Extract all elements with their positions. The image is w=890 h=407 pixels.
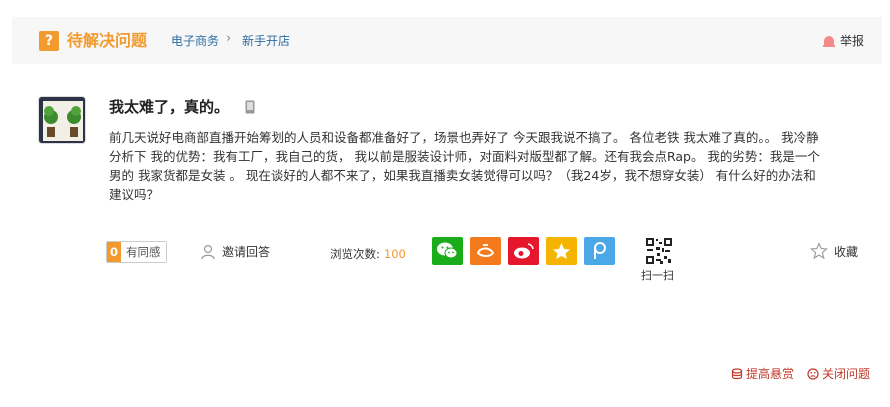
pengyou-icon[interactable] <box>584 237 615 265</box>
mobile-phone-icon <box>245 100 255 114</box>
views-number: 100 <box>383 247 406 261</box>
empathy-count: 0 <box>107 242 121 262</box>
question-title-row: 我太难了，真的。 <box>109 97 255 117</box>
raise-reward-button[interactable]: 提高悬赏 <box>731 365 794 382</box>
qzone-icon[interactable] <box>546 237 577 265</box>
close-question-label: 关闭问题 <box>822 367 871 381</box>
close-question-button[interactable]: 关闭问题 <box>807 365 870 382</box>
question-status-bar: ? 待解决问题 电子商务 › 新手开店 举报 <box>12 17 882 64</box>
views-label: 浏览次数: <box>330 247 380 261</box>
scan-label: 扫一扫 <box>641 269 674 282</box>
sad-face-icon <box>807 367 819 380</box>
collect-button[interactable]: 收藏 <box>810 242 858 260</box>
empathy-label: 有同感 <box>121 242 166 262</box>
question-body: 前几天说好电商部直播开始筹划的人员和设备都准备好了，场景也弄好了 今天跟我说不搞… <box>109 130 820 202</box>
question-mark-icon: ? <box>39 31 59 51</box>
breadcrumb-ecommerce[interactable]: 电子商务 <box>171 33 219 49</box>
report-button[interactable]: 举报 <box>822 32 864 50</box>
coin-stack-icon <box>731 367 743 379</box>
wechat-icon[interactable] <box>432 237 463 265</box>
chevron-right-icon: › <box>226 31 232 46</box>
empathy-button[interactable]: 0 有同感 <box>106 241 167 263</box>
invite-answer-button[interactable]: 邀请回答 <box>201 243 270 260</box>
report-label: 举报 <box>839 34 864 48</box>
view-count: 浏览次数: 100 <box>330 246 406 262</box>
raise-reward-label: 提高悬赏 <box>746 367 795 381</box>
user-plus-icon <box>201 244 215 259</box>
qr-code-icon <box>645 237 673 265</box>
question-title: 我太难了，真的。 <box>109 98 230 116</box>
avatar[interactable] <box>38 96 86 144</box>
breadcrumb-new-shop[interactable]: 新手开店 <box>242 33 290 49</box>
invite-label: 邀请回答 <box>222 245 271 259</box>
bell-icon <box>822 36 835 47</box>
alipay-icon[interactable] <box>470 237 501 265</box>
collect-label: 收藏 <box>834 244 859 259</box>
status-title: 待解决问题 <box>67 31 148 50</box>
star-icon <box>810 242 828 260</box>
avatar-image <box>39 97 85 143</box>
weibo-icon[interactable] <box>508 237 539 265</box>
